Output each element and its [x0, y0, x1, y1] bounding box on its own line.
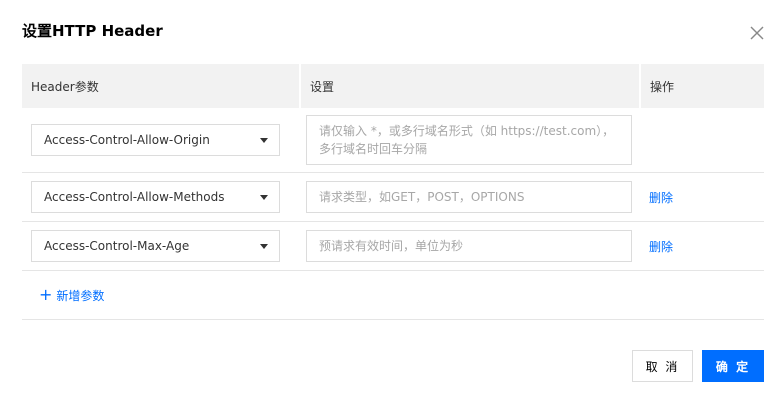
table-row: Access-Control-Allow-Methods 请求类型，如GET，P… [22, 173, 764, 222]
add-param-label: 新增参数 [56, 288, 105, 303]
add-param-button[interactable]: + 新增参数 [39, 287, 104, 304]
cancel-button[interactable]: 取 消 [632, 350, 693, 382]
column-header-param: Header参数 [31, 79, 99, 94]
table-row: Access-Control-Max-Age 预请求有效时间，单位为秒 删除 [22, 222, 764, 271]
plus-icon: + [39, 285, 53, 304]
caret-down-icon [260, 137, 268, 143]
header-value-input[interactable]: 请仅输入 *，或多行域名形式（如 https://test.com），多行域名时… [306, 115, 632, 165]
close-icon [750, 26, 764, 40]
table-row: Access-Control-Allow-Origin 请仅输入 *，或多行域名… [22, 108, 764, 173]
header-param-select[interactable]: Access-Control-Allow-Methods [31, 181, 280, 213]
header-table: Header参数 设置 操作 Access-Control-Allow-Orig… [22, 64, 764, 320]
close-button[interactable] [748, 24, 766, 42]
select-value: Access-Control-Allow-Origin [44, 133, 210, 147]
caret-down-icon [260, 194, 268, 200]
select-value: Access-Control-Max-Age [44, 239, 190, 253]
column-header-setting: 设置 [299, 64, 639, 108]
column-header-action: 操作 [639, 64, 764, 108]
delete-link[interactable]: 删除 [649, 189, 673, 206]
add-row: + 新增参数 [22, 271, 764, 320]
delete-link[interactable]: 删除 [649, 238, 673, 255]
table-header: Header参数 设置 操作 [22, 64, 764, 108]
dialog-title: 设置HTTP Header [22, 22, 163, 40]
select-value: Access-Control-Allow-Methods [44, 190, 225, 204]
confirm-button[interactable]: 确 定 [702, 350, 764, 382]
caret-down-icon [260, 243, 268, 249]
header-param-select[interactable]: Access-Control-Allow-Origin [31, 124, 280, 156]
header-value-input[interactable]: 预请求有效时间，单位为秒 [306, 230, 632, 262]
header-param-select[interactable]: Access-Control-Max-Age [31, 230, 280, 262]
header-value-input[interactable]: 请求类型，如GET，POST，OPTIONS [306, 181, 632, 213]
